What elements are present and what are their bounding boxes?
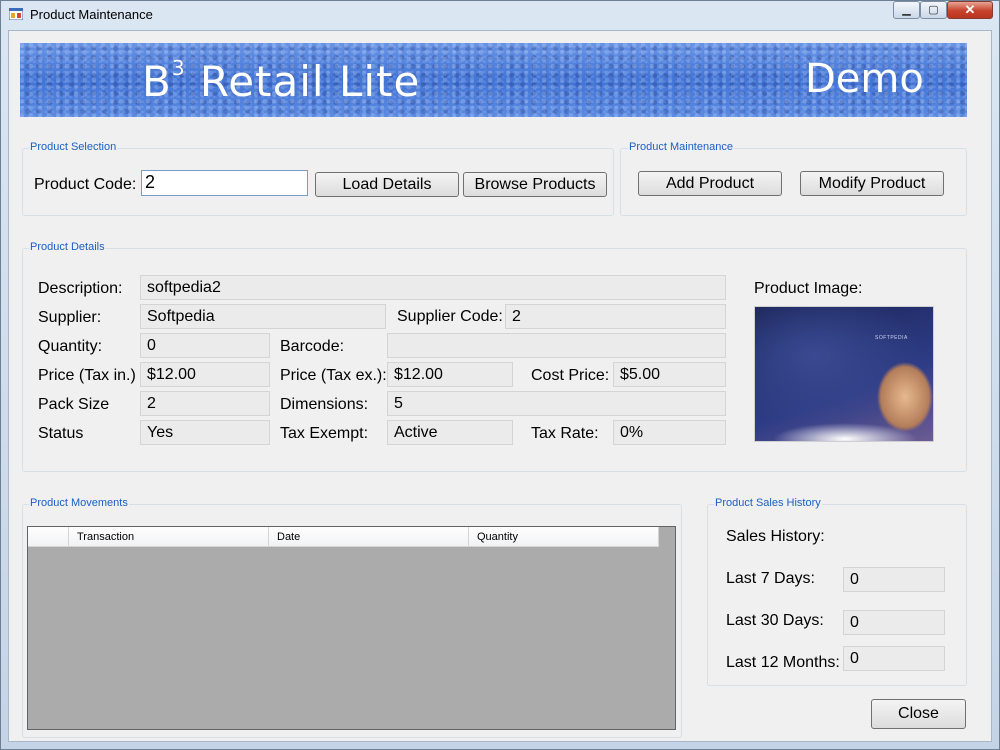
description-field[interactable]: softpedia2 — [140, 275, 726, 300]
quantity-label: Quantity: — [38, 338, 103, 355]
price-tax-ex-field[interactable]: $12.00 — [387, 362, 513, 387]
supplier-label: Supplier: — [38, 309, 102, 326]
price-tax-in-field[interactable]: $12.00 — [140, 362, 270, 387]
dimensions-label: Dimensions: — [280, 396, 369, 413]
column-header-quantity[interactable]: Quantity — [469, 527, 659, 547]
status-label: Status — [38, 425, 84, 442]
column-header-date[interactable]: Date — [269, 527, 469, 547]
window-title: Product Maintenance — [30, 7, 153, 22]
banner: B3 Retail Lite Demo — [20, 43, 967, 117]
last-7-days-label: Last 7 Days: — [726, 570, 815, 587]
pack-size-label: Pack Size — [38, 396, 110, 413]
price-tax-ex-label: Price (Tax ex.): — [280, 367, 387, 384]
tax-exempt-label: Tax Exempt: — [280, 425, 369, 442]
movements-grid[interactable]: Transaction Date Quantity — [27, 526, 676, 730]
logo-text: Retail Lite — [185, 57, 421, 106]
description-label: Description: — [38, 280, 123, 297]
banner-demo-label: Demo — [805, 56, 924, 102]
close-button[interactable]: Close — [871, 699, 966, 729]
sales-history-heading: Sales History: — [726, 528, 825, 545]
load-details-button[interactable]: Load Details — [315, 172, 459, 197]
last-12-months-label: Last 12 Months: — [726, 654, 840, 671]
product-details-title: Product Details — [29, 241, 106, 253]
supplier-field[interactable]: Softpedia — [140, 304, 386, 329]
barcode-label: Barcode: — [280, 338, 345, 355]
add-product-button[interactable]: Add Product — [638, 171, 782, 196]
supplier-code-label: Supplier Code: — [397, 308, 503, 325]
column-header-transaction[interactable]: Transaction — [69, 527, 269, 547]
product-selection-title: Product Selection — [29, 141, 118, 153]
maximize-button[interactable]: ▢ — [920, 1, 947, 19]
last-30-days-label: Last 30 Days: — [726, 612, 824, 629]
close-window-button[interactable]: ✕ — [947, 1, 993, 19]
supplier-code-field[interactable]: 2 — [505, 304, 726, 329]
banner-logo: B3 Retail Lite — [142, 56, 421, 106]
last-7-days-field[interactable]: 0 — [843, 567, 945, 592]
price-tax-in-label: Price (Tax in.) — [38, 367, 136, 384]
product-movements-title: Product Movements — [29, 497, 129, 509]
tax-exempt-field[interactable]: Active — [387, 420, 513, 445]
logo-superscript: 3 — [171, 56, 186, 80]
cost-price-label: Cost Price: — [531, 367, 610, 384]
status-field[interactable]: Yes — [140, 420, 270, 445]
minimize-button[interactable]: ▁ — [893, 1, 920, 19]
app-icon — [9, 8, 23, 20]
product-image — [754, 306, 934, 442]
tax-rate-field[interactable]: 0% — [613, 420, 726, 445]
dimensions-field[interactable]: 5 — [387, 391, 726, 416]
quantity-field[interactable]: 0 — [140, 333, 270, 358]
product-image-caption: SOFTPEDIA — [875, 335, 908, 341]
barcode-field[interactable] — [387, 333, 726, 358]
last-12-months-field[interactable]: 0 — [843, 646, 945, 671]
cost-price-field[interactable]: $5.00 — [613, 362, 726, 387]
last-30-days-field[interactable]: 0 — [843, 610, 945, 635]
grid-row-header-corner — [28, 527, 69, 547]
product-code-label: Product Code: — [34, 176, 137, 193]
modify-product-button[interactable]: Modify Product — [800, 171, 944, 196]
product-maintenance-title: Product Maintenance — [628, 141, 734, 153]
tax-rate-label: Tax Rate: — [531, 425, 599, 442]
title-bar[interactable]: Product Maintenance ▁ ▢ ✕ — [0, 0, 1000, 30]
logo-b: B — [142, 57, 172, 106]
sales-history-title: Product Sales History — [714, 497, 822, 509]
product-image-label: Product Image: — [754, 280, 863, 297]
browse-products-button[interactable]: Browse Products — [463, 172, 607, 197]
product-code-input[interactable]: 2 — [141, 170, 308, 196]
pack-size-field[interactable]: 2 — [140, 391, 270, 416]
